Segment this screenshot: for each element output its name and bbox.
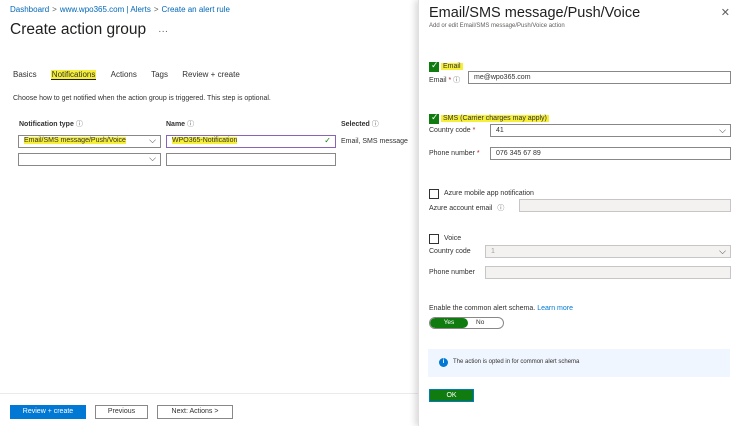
breadcrumb-alerts[interactable]: www.wpo365.com | Alerts [60,5,151,14]
push-checkbox[interactable] [429,189,439,199]
header-notification-type: Notification type ⓘ [19,121,83,128]
email-label: Email * ⓘ [429,77,461,84]
toggle-yes[interactable]: Yes [430,318,468,328]
notification-name-value: WPO365-Notification [172,137,238,144]
breadcrumb-create-alert-rule[interactable]: Create an alert rule [162,5,230,14]
selected-actions-text: Email, SMS message [341,138,408,145]
voice-checkbox[interactable] [429,234,439,244]
info-message-text: The action is opted in for common alert … [453,359,580,365]
info-icon: ⓘ [453,77,461,84]
chevron-down-icon: ⌵ [149,153,156,163]
push-checkbox-label: Azure mobile app notification [444,190,534,197]
info-icon: ⓘ [497,205,505,212]
info-icon: ⓘ [371,121,379,128]
checkmark-icon: ✓ [324,136,331,145]
sms-country-select[interactable]: 41 ⌵ [490,124,731,137]
toggle-no[interactable]: No [476,318,484,328]
voice-phone-input[interactable] [485,266,731,279]
panel-subtitle: Add or edit Email/SMS message/Push/Voice… [429,23,565,29]
tab-basics[interactable]: Basics [13,70,37,79]
page-title: Create action group ··· [10,21,168,39]
header-name: Name ⓘ [166,121,195,128]
push-email-label: Azure account email ⓘ [429,205,505,212]
panel-title: Email/SMS message/Push/Voice [429,5,641,21]
header-selected: Selected ⓘ [341,121,379,128]
email-checkbox-label: Email [441,63,463,70]
sms-checkbox[interactable] [429,112,439,124]
create-action-group-pane: Dashboard > www.wpo365.com | Alerts > Create… [0,0,418,426]
breadcrumb-dashboard[interactable]: Dashboard [10,5,49,14]
breadcrumb-separator: > [153,5,159,14]
tab-notifications[interactable]: Notifications [50,70,97,80]
ok-button[interactable]: OK [429,389,474,402]
voice-country-select[interactable]: 1 ⌵ [485,245,731,258]
chevron-down-icon: ⌵ [719,246,726,256]
sms-phone-input[interactable]: 076 345 67 89 [490,147,731,160]
info-icon: ⓘ [75,121,83,128]
voice-checkbox-label: Voice [444,235,462,242]
more-options-icon[interactable]: ··· [158,26,168,37]
email-checkbox[interactable] [429,60,439,72]
page-title-text: Create action group [10,21,147,38]
notification-type-value: Email/SMS message/Push/Voice [24,137,126,144]
footer-divider [0,393,418,394]
tab-review-create[interactable]: Review + create [182,70,240,79]
common-schema-label: Enable the common alert schema. Learn mo… [429,305,573,312]
next-actions-button[interactable]: Next: Actions > [157,405,233,419]
learn-more-link[interactable]: Learn more [537,305,573,312]
review-create-button[interactable]: Review + create [10,405,86,419]
sms-country-label: Country code * [429,127,476,134]
email-input[interactable]: me@wpo365.com [468,71,731,84]
breadcrumb-separator: > [52,5,57,14]
tab-tags[interactable]: Tags [151,70,168,79]
push-email-input[interactable] [519,199,731,212]
chevron-down-icon: ⌵ [719,125,726,135]
chevron-down-icon: ⌵ [149,135,156,145]
notification-type-select-empty[interactable]: ⌵ [18,153,161,166]
notification-type-select[interactable]: Email/SMS message/Push/Voice ⌵ [18,135,161,148]
info-icon: ⓘ [187,121,195,128]
notification-name-input[interactable]: WPO365-Notification ✓ [166,135,336,148]
close-icon[interactable]: ✕ [721,6,730,19]
info-icon: i [439,358,448,367]
previous-button[interactable]: Previous [95,405,148,419]
info-message-bar: i The action is opted in for common aler… [428,349,730,377]
common-schema-toggle[interactable]: Yes No [429,317,504,329]
tab-actions[interactable]: Actions [111,70,137,79]
notification-name-input-empty[interactable] [166,153,336,166]
sms-phone-label: Phone number * [429,150,480,157]
step-description: Choose how to get notified when the acti… [13,95,271,102]
sms-checkbox-label: SMS (Carrier charges may apply) [441,115,549,122]
breadcrumb: Dashboard > www.wpo365.com | Alerts > Create… [10,5,230,14]
voice-phone-label: Phone number [429,269,475,276]
wizard-tabs: Basics Notifications Actions Tags Review… [13,70,252,80]
voice-country-label: Country code [429,248,471,255]
